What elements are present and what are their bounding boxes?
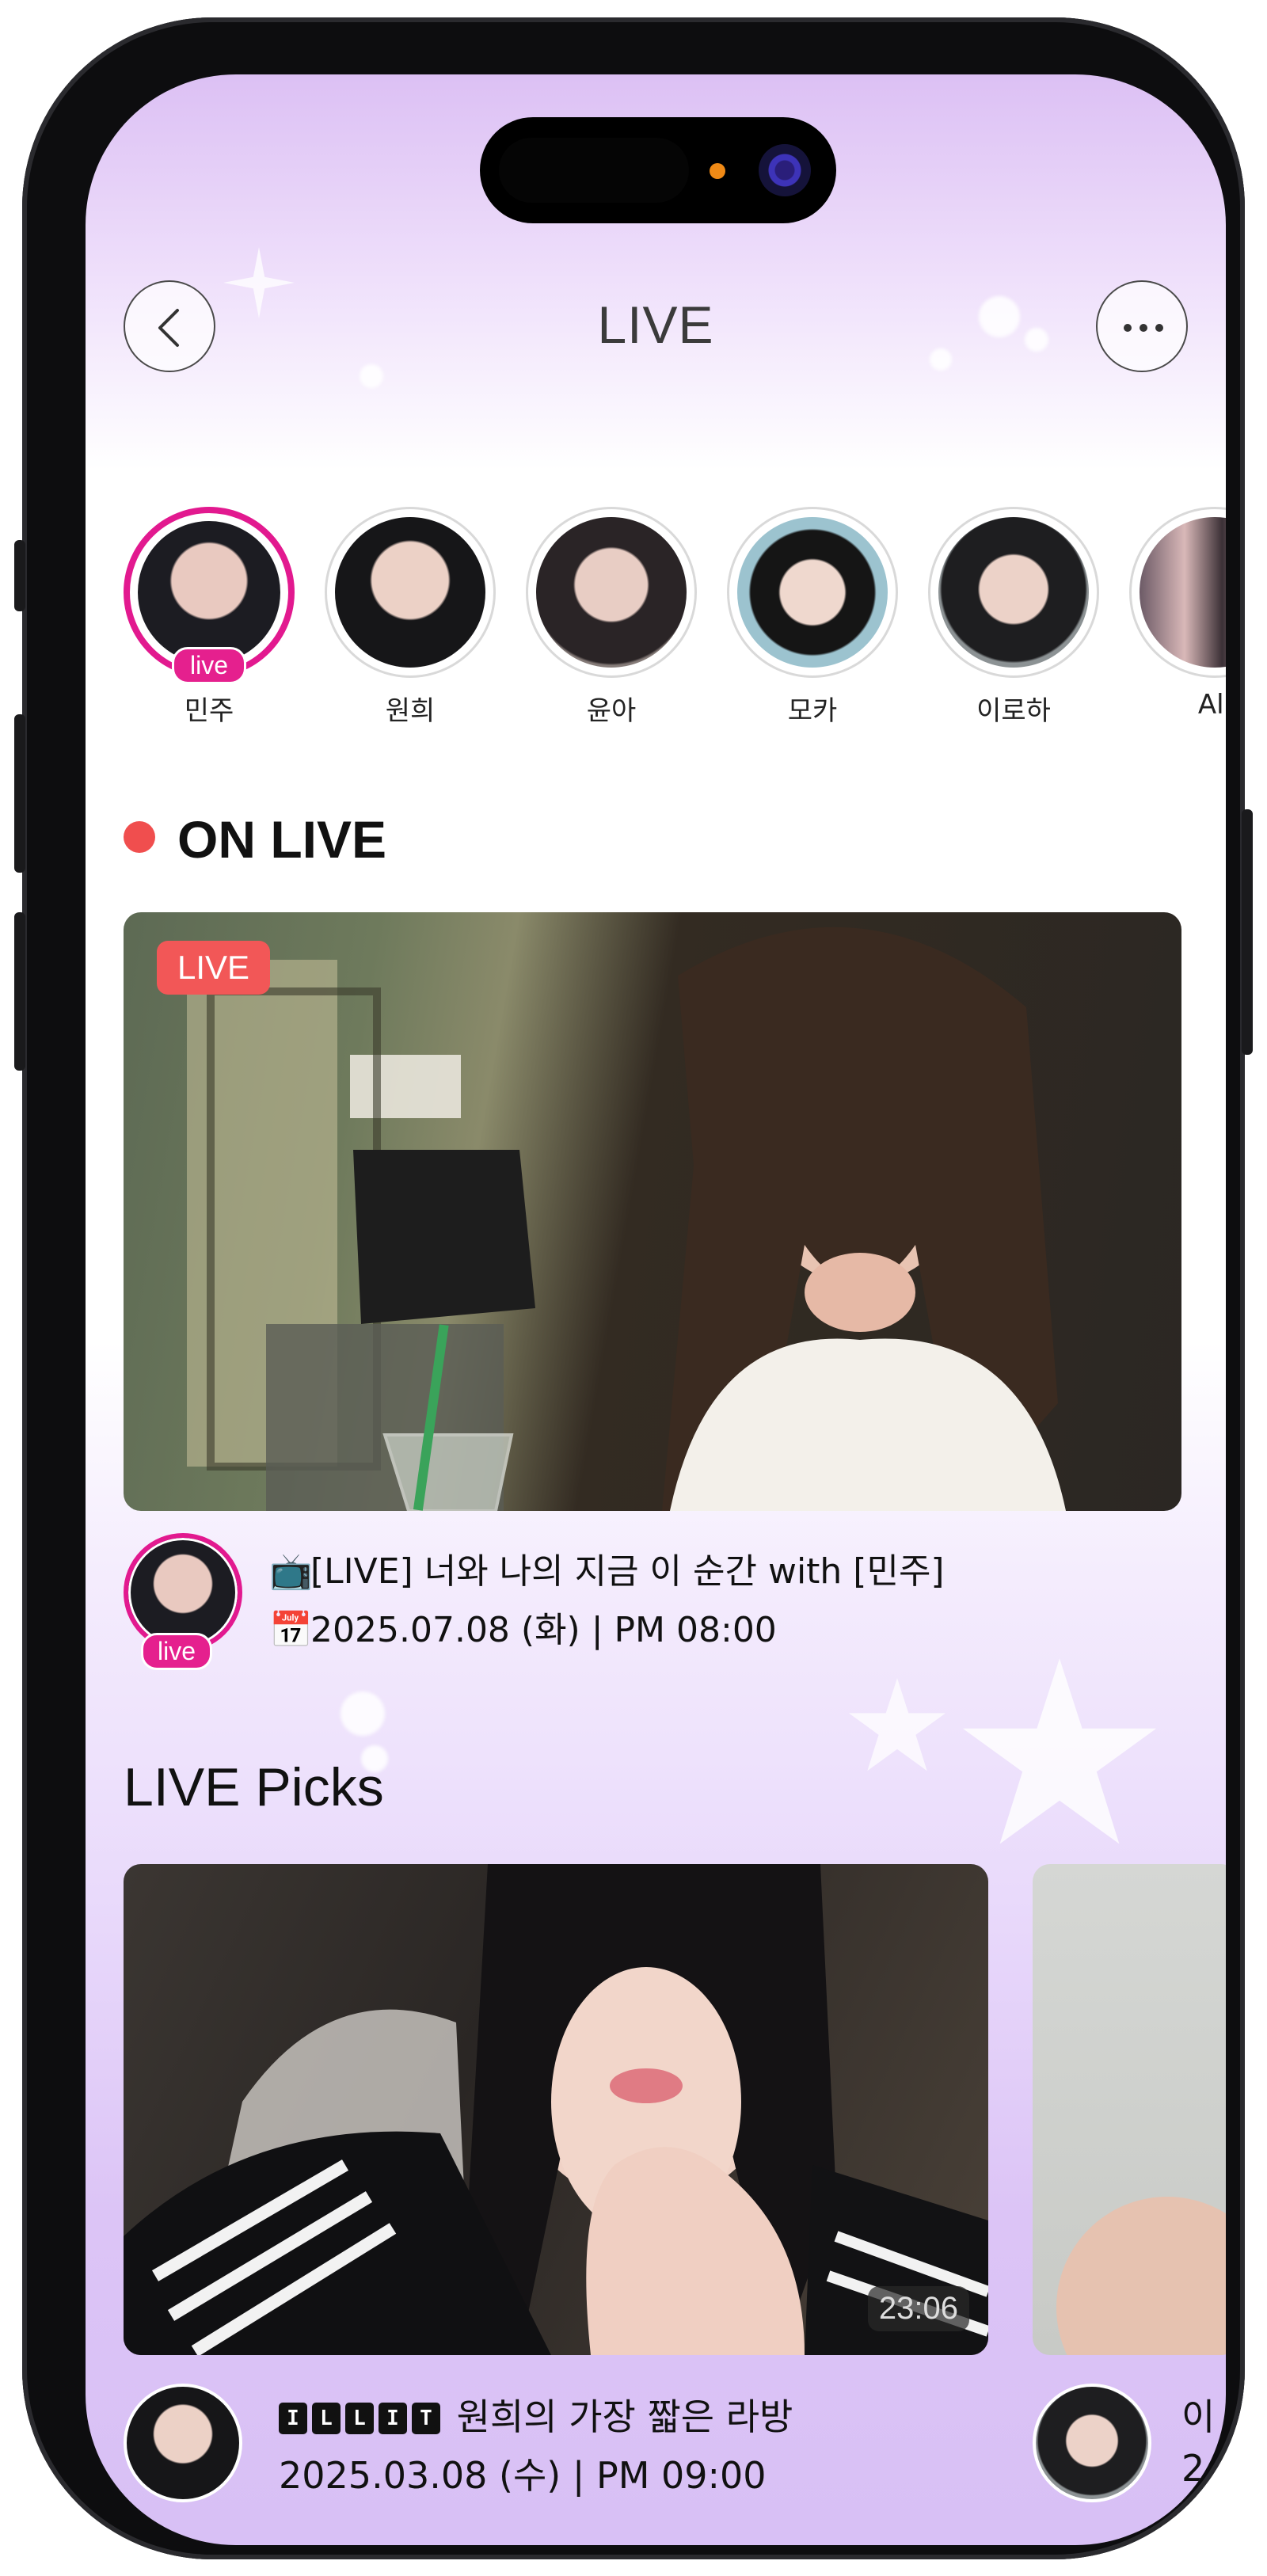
live-stream-title: 📺[LIVE] 너와 나의 지금 이 순간 with [민주] [269,1551,945,1592]
story-item-yoona[interactable]: 윤아 [526,507,697,728]
story-item-moka[interactable]: 모카 [727,507,898,728]
volume-up-button [14,714,25,873]
sparkle-dot [341,1691,385,1736]
live-badge: live [141,1633,213,1670]
video-duration: 23:06 [867,2286,969,2331]
pick-datetime: 2 [1181,2447,1205,2490]
story-item-all[interactable]: All [1129,507,1226,721]
star-decoration [846,1674,949,1780]
avatar [536,517,687,668]
live-picks-heading: LIVE Picks [124,1757,384,1817]
avatar [737,517,888,668]
avatar [138,521,280,664]
pick-video-thumbnail [124,1864,988,2355]
pick-title: ILLIT 원희의 가장 짧은 라방 [279,2388,793,2441]
live-stream-info[interactable]: live 📺[LIVE] 너와 나의 지금 이 순간 with [민주] 📅20… [124,1533,1181,1670]
pick-datetime: 2025.03.08 (수) | PM 09:00 [279,2454,767,2497]
sparkle-dot [360,364,383,388]
tv-icon: 📺 [269,1551,313,1592]
live-badge: live [171,647,247,684]
avatar [124,2384,242,2502]
action-button [14,540,25,611]
on-live-heading: ON LIVE [124,809,386,869]
story-item-wonhee[interactable]: 원희 [325,507,496,728]
live-stream-thumbnail [187,927,1066,1511]
more-options-button[interactable] [1096,280,1188,372]
story-name: 모카 [787,695,838,727]
avatar [335,517,485,668]
avatar [1033,2384,1151,2502]
story-item-minju[interactable]: live 민주 [124,507,295,728]
story-name: 이로하 [976,695,1051,727]
app-screen: LIVE live 민주 원희 윤아 모카 이로하 Al ON LIVE LIV… [86,74,1226,2545]
pick-card[interactable] [1033,1864,1226,2355]
avatar [1140,517,1226,668]
power-button [1242,809,1253,1055]
story-name: All [1197,689,1226,721]
pick-card[interactable]: 23:06 [124,1864,988,2355]
privacy-indicator [710,163,725,179]
front-camera [759,144,811,196]
member-stories-row: live 민주 원희 윤아 모카 이로하 Al [124,507,1226,727]
live-badge: LIVE [157,941,271,995]
page-title: LIVE [597,295,714,354]
pick-video-thumbnail [1056,2197,1226,2355]
live-stream-datetime: 📅2025.07.08 (화) | PM 08:00 [269,1610,777,1650]
ellipsis-icon [1124,324,1163,332]
dynamic-island [480,117,836,223]
star-decoration [957,1650,1162,1859]
volume-down-button [14,912,25,1071]
story-name: 윤아 [586,695,637,727]
story-name: 민주 [184,695,234,727]
story-name: 원희 [385,695,436,727]
live-indicator-dot [124,821,155,853]
calendar-icon: 📅 [269,1610,313,1650]
pick-title: 이 [1181,2395,1216,2438]
phone-frame: LIVE live 민주 원희 윤아 모카 이로하 Al ON LIVE LIV… [14,17,1253,2559]
story-item-iroha[interactable]: 이로하 [928,507,1099,728]
live-stream-card[interactable]: LIVE [124,912,1181,1511]
avatar [938,517,1089,668]
